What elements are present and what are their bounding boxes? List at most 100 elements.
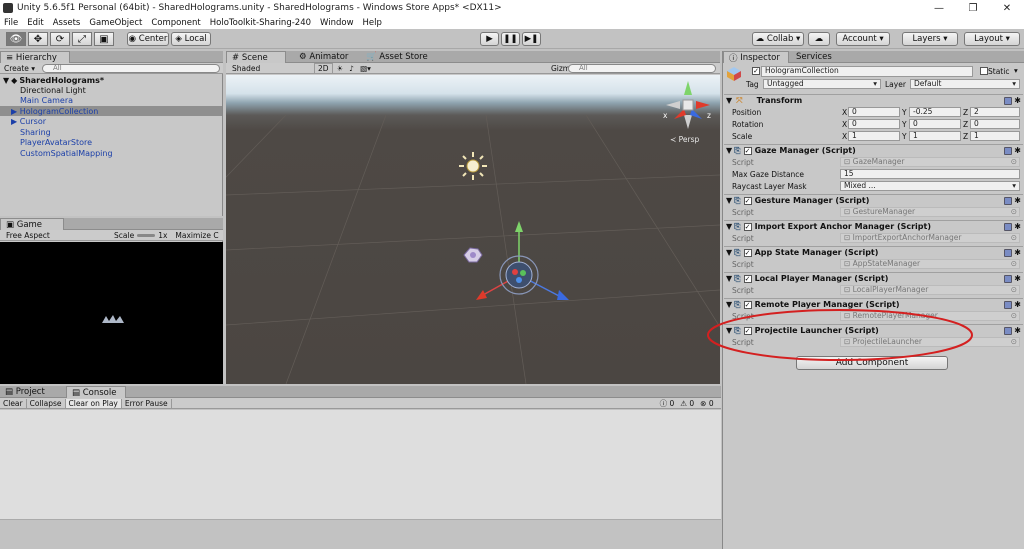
component-header[interactable]: ▼ ⎘ ✓ Local Player Manager (Script) ✱ (724, 272, 1023, 284)
menu-window[interactable]: Window (320, 18, 354, 28)
play-button[interactable]: ▶ (480, 32, 499, 46)
move-tool-icon[interactable]: ✥ (28, 32, 48, 46)
gear-icon[interactable]: ✱ (1014, 97, 1021, 105)
pause-button[interactable]: ❚❚ (501, 32, 520, 46)
scene-root-row[interactable]: ▼ ◆ SharedHolograms* (0, 75, 222, 85)
collab-button[interactable]: ☁ Collab ▾ (752, 32, 804, 46)
scale-slider[interactable] (137, 233, 156, 237)
list-item-selected[interactable]: ▶ HologramCollection (0, 106, 222, 116)
pivot-center-button[interactable]: ◉ Center (127, 32, 169, 46)
static-checkbox[interactable] (980, 67, 988, 75)
foldout-arrow-icon[interactable]: ▼ (726, 222, 732, 231)
list-item[interactable]: PlayerAvatarStore (0, 137, 222, 147)
gear-icon[interactable]: ✱ (1014, 275, 1021, 283)
raycast-layer-mask-dropdown[interactable]: Mixed ... ▾ (840, 181, 1020, 191)
help-book-icon[interactable] (1004, 327, 1013, 335)
foldout-arrow-icon[interactable]: ▼ (726, 146, 732, 155)
pivot-local-button[interactable]: ◈ Local (171, 32, 211, 46)
clear-button[interactable]: Clear (0, 398, 27, 408)
scale-tool-icon[interactable]: ⤢ (72, 32, 92, 46)
tab-scene[interactable]: # Scene (226, 51, 286, 63)
menu-edit[interactable]: Edit (27, 18, 43, 28)
tab-services[interactable]: Services (791, 51, 837, 63)
tab-animator[interactable]: ⚙ Animator (294, 51, 353, 63)
help-book-icon[interactable] (1004, 147, 1013, 155)
collapse-button[interactable]: Collapse (27, 398, 66, 408)
tab-project[interactable]: ▤ Project (0, 386, 50, 398)
audio-toggle-icon[interactable]: ♪ (349, 64, 354, 73)
layout-dropdown[interactable]: Layout ▾ (964, 32, 1020, 46)
scale-y-field[interactable]: 1 (909, 131, 961, 141)
object-picker-icon[interactable]: ⊙ (1011, 260, 1017, 268)
transform-header[interactable]: ▼ ⤧ Transform ✱ (724, 94, 1023, 106)
gear-icon[interactable]: ✱ (1014, 327, 1021, 335)
max-gaze-distance-field[interactable]: 15 (840, 169, 1020, 179)
foldout-arrow-icon[interactable]: ▼ (726, 274, 732, 283)
component-enable-checkbox[interactable]: ✓ (743, 222, 752, 231)
rotation-z-field[interactable]: 0 (970, 119, 1020, 129)
active-checkbox[interactable]: ✓ (752, 67, 760, 75)
hierarchy-search-input[interactable]: All (42, 64, 220, 73)
object-picker-icon[interactable]: ⊙ (1011, 286, 1017, 294)
view-tool-icon[interactable]: 👁 (6, 32, 26, 46)
component-enable-checkbox[interactable]: ✓ (743, 326, 752, 335)
tag-dropdown[interactable]: Untagged ▾ (763, 79, 881, 89)
rotation-y-field[interactable]: 0 (909, 119, 961, 129)
layer-dropdown[interactable]: Default ▾ (910, 79, 1020, 89)
menu-holotoolkit[interactable]: HoloToolkit-Sharing-240 (210, 18, 311, 28)
clear-on-play-button[interactable]: Clear on Play (65, 398, 122, 408)
info-count-toggle[interactable]: ⓘ 0 (660, 398, 675, 409)
console-log-area[interactable] (0, 410, 721, 520)
object-picker-icon[interactable]: ⊙ (1011, 158, 1017, 166)
gear-icon[interactable]: ✱ (1014, 147, 1021, 155)
component-header[interactable]: ▼ ⎘ ✓ Remote Player Manager (Script) ✱ (724, 298, 1023, 310)
create-button[interactable]: Create ▾ (4, 64, 35, 73)
step-button[interactable]: ▶❚ (522, 32, 541, 46)
object-name-field[interactable]: HologramCollection (761, 66, 973, 77)
rect-tool-icon[interactable]: ▣ (94, 32, 114, 46)
maximize-on-play-button[interactable]: Maximize C (175, 231, 218, 240)
tab-hierarchy[interactable]: ≡ Hierarchy (0, 51, 70, 63)
foldout-arrow-icon[interactable]: ▼ (726, 96, 732, 105)
foldout-arrow-icon[interactable]: ▼ (726, 300, 732, 309)
foldout-arrow-icon[interactable]: ▼ (726, 326, 732, 335)
foldout-arrow-icon[interactable]: ▼ (726, 196, 732, 205)
maximize-icon[interactable]: ❐ (956, 0, 990, 16)
menu-file[interactable]: File (4, 18, 18, 28)
expand-arrow-icon[interactable]: ▶ (11, 107, 17, 116)
list-item[interactable]: Directional Light (0, 85, 222, 95)
directional-light-icon[interactable] (458, 151, 488, 181)
script-field[interactable]: ⊡ ProjectileLauncher ⊙ (840, 337, 1020, 347)
scene-viewport[interactable]: x z ≺ Persp (226, 75, 720, 384)
persp-label[interactable]: ≺ Persp (670, 135, 699, 144)
tab-game[interactable]: ▣ Game (0, 218, 64, 230)
object-picker-icon[interactable]: ⊙ (1011, 312, 1017, 320)
script-field[interactable]: ⊡ GestureManager ⊙ (840, 207, 1020, 217)
component-header[interactable]: ▼ ⎘ ✓ Import Export Anchor Manager (Script… (724, 220, 1023, 232)
menu-help[interactable]: Help (363, 18, 382, 28)
lighting-toggle-icon[interactable]: ☀ (337, 64, 344, 73)
script-field[interactable]: ⊡ ImportExportAnchorManager ⊙ (840, 233, 1020, 243)
object-picker-icon[interactable]: ⊙ (1011, 208, 1017, 216)
object-picker-icon[interactable]: ⊙ (1011, 234, 1017, 242)
layers-dropdown[interactable]: Layers ▾ (902, 32, 958, 46)
shading-mode-dropdown[interactable]: Shaded (232, 64, 308, 73)
menu-assets[interactable]: Assets (53, 18, 81, 28)
minimize-icon[interactable]: — (922, 0, 956, 16)
gear-icon[interactable]: ✱ (1014, 223, 1021, 231)
script-field[interactable]: ⊡ AppStateManager ⊙ (840, 259, 1020, 269)
move-handle-gizmo[interactable] (471, 220, 571, 310)
tab-asset-store[interactable]: 🛒 Asset Store (361, 51, 433, 63)
account-dropdown[interactable]: Account ▾ (836, 32, 890, 46)
list-item[interactable]: ▶ Cursor (0, 116, 222, 126)
component-enable-checkbox[interactable]: ✓ (743, 300, 752, 309)
component-enable-checkbox[interactable]: ✓ (743, 146, 752, 155)
scale-x-field[interactable]: 1 (848, 131, 900, 141)
static-dropdown-icon[interactable]: ▾ (1014, 66, 1018, 75)
rotate-tool-icon[interactable]: ⟳ (50, 32, 70, 46)
rotation-x-field[interactable]: 0 (848, 119, 900, 129)
component-enable-checkbox[interactable]: ✓ (743, 248, 752, 257)
warning-count-toggle[interactable]: ⚠ 0 (680, 399, 694, 408)
close-icon[interactable]: ✕ (990, 0, 1024, 16)
component-enable-checkbox[interactable]: ✓ (743, 274, 752, 283)
